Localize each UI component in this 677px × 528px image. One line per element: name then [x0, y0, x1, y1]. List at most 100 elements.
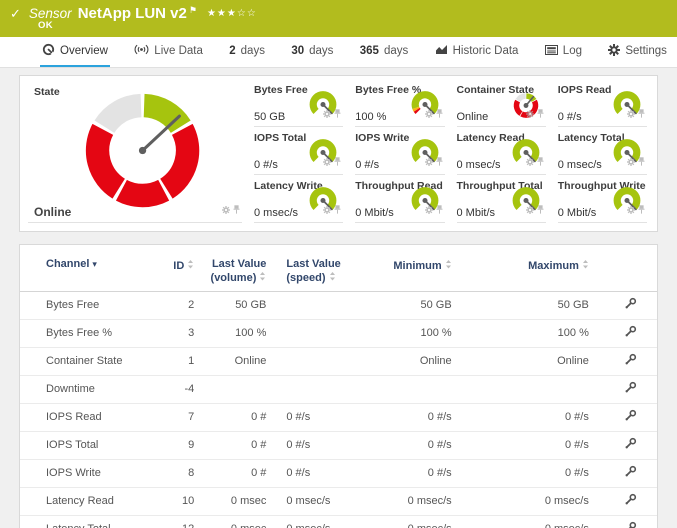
gauge-panel-label: State [34, 86, 60, 98]
gauge-panel-throughput-total[interactable]: Throughput Total0 Mbit/s [457, 178, 546, 223]
gauge-panel-throughput-write[interactable]: Throughput Write0 Mbit/s [558, 178, 647, 223]
gear-icon[interactable] [627, 201, 635, 219]
pin-icon[interactable] [537, 201, 544, 219]
gear-icon[interactable] [323, 201, 331, 219]
cell-channel: IOPS Read [20, 404, 155, 432]
tab-label: Live Data [154, 45, 203, 57]
pin-icon[interactable] [638, 153, 645, 171]
gear-icon[interactable] [425, 201, 433, 219]
gauge-panel-label: IOPS Read [558, 84, 612, 96]
gear-icon[interactable] [526, 201, 534, 219]
cell-max: 0 msec/s [458, 516, 595, 528]
pin-icon[interactable] [436, 105, 443, 123]
cell-max: 0 #/s [458, 432, 595, 460]
cell-channel: Container State [20, 348, 155, 376]
flag-icon[interactable]: ⚑ [189, 5, 197, 16]
gear-icon[interactable] [323, 105, 331, 123]
cell-min: 0 #/s [368, 404, 458, 432]
gauge-panel-iops-total[interactable]: IOPS Total0 #/s [254, 130, 343, 175]
tab-30-days[interactable]: 30 days [289, 37, 335, 67]
sensor-title: NetApp LUN v2 [78, 5, 187, 22]
gear-icon[interactable] [222, 201, 230, 219]
pin-icon[interactable] [436, 153, 443, 171]
gauge-panel-latency-total[interactable]: Latency Total0 msec/s [558, 130, 647, 175]
channel-settings-wrench-icon[interactable] [624, 521, 637, 528]
tab-overview[interactable]: Overview [40, 37, 110, 67]
pin-icon[interactable] [537, 153, 544, 171]
pin-icon[interactable] [334, 105, 341, 123]
gear-icon[interactable] [526, 153, 534, 171]
gear-icon[interactable] [526, 105, 534, 123]
cell-speed [272, 376, 367, 404]
column-label-line2: (volume) [211, 272, 257, 284]
tab-2-days[interactable]: 2days [227, 37, 267, 67]
channel-settings-wrench-icon[interactable] [624, 465, 637, 481]
pin-icon[interactable] [638, 105, 645, 123]
cell-min [368, 376, 458, 404]
gauge-panel-label: IOPS Total [254, 132, 306, 144]
channel-settings-wrench-icon[interactable] [624, 437, 637, 453]
channel-settings-wrench-icon[interactable] [624, 353, 637, 369]
tab-settings[interactable]: Settings [606, 37, 669, 67]
pin-icon[interactable] [537, 105, 544, 123]
table-row-latency-read: Latency Read100 msec0 msec/s0 msec/s0 ms… [20, 488, 657, 516]
pin-icon[interactable] [334, 201, 341, 219]
cell-volume: 0 msec [200, 516, 272, 528]
pin-icon[interactable] [436, 201, 443, 219]
stars-filled[interactable]: ★★★ [207, 8, 237, 19]
cell-min: 0 msec/s [368, 488, 458, 516]
gear-icon[interactable] [425, 105, 433, 123]
pin-icon[interactable] [638, 201, 645, 219]
gauge-panel-container-state[interactable]: Container StateOnline [457, 82, 546, 127]
cell-id: 3 [155, 320, 200, 348]
stars-empty[interactable]: ☆☆ [237, 8, 257, 19]
channel-settings-wrench-icon[interactable] [624, 409, 637, 425]
column-header-maximum[interactable]: Maximum [458, 245, 595, 292]
gauge-panel-iops-write[interactable]: IOPS Write0 #/s [355, 130, 444, 175]
gauge-panel-value: 0 Mbit/s [558, 207, 597, 219]
tab-365-days[interactable]: 365days [358, 37, 410, 67]
tab-live-data[interactable]: Live Data [132, 37, 205, 67]
channel-settings-wrench-icon[interactable] [624, 325, 637, 341]
cell-min: Online [368, 348, 458, 376]
channel-settings-wrench-icon[interactable] [624, 381, 637, 397]
column-header-id[interactable]: ID [155, 245, 200, 292]
tab-label: days [309, 45, 333, 57]
gauge-panel-value: 0 msec/s [254, 207, 298, 219]
column-label: Minimum [393, 260, 441, 272]
gauge-panel-throughput-read[interactable]: Throughput Read0 Mbit/s [355, 178, 444, 223]
priority-stars[interactable]: ★★★☆☆ [207, 8, 257, 19]
tab-historic-data[interactable]: Historic Data [433, 37, 521, 67]
gear-icon[interactable] [425, 153, 433, 171]
column-header-channel[interactable]: Channel▾ [20, 245, 155, 292]
sensor-banner: ✓ Sensor NetApp LUN v2 ⚑ ★★★☆☆ OK [0, 0, 677, 37]
table-row-latency-total: Latency Total120 msec0 msec/s0 msec/s0 m… [20, 516, 657, 528]
gauge-panel-state[interactable]: State Online [28, 82, 242, 223]
cell-channel: Downtime [20, 376, 155, 404]
gauge-panel-iops-read[interactable]: IOPS Read0 #/s [558, 82, 647, 127]
gear-icon[interactable] [627, 153, 635, 171]
column-header-last-value-speed[interactable]: Last Value(speed) [272, 245, 367, 292]
gear-icon[interactable] [323, 153, 331, 171]
gauge-panel-bytes-free[interactable]: Bytes Free50 GB [254, 82, 343, 127]
tab-log[interactable]: Log [543, 37, 584, 67]
column-header-last-value-volume[interactable]: Last Value(volume) [200, 245, 272, 292]
pin-icon[interactable] [233, 201, 240, 219]
cell-min: 100 % [368, 320, 458, 348]
gauge-panel-latency-write[interactable]: Latency Write0 msec/s [254, 178, 343, 223]
gauge-panel-latency-read[interactable]: Latency Read0 msec/s [457, 130, 546, 175]
cell-channel: Bytes Free [20, 292, 155, 320]
column-label: ID [173, 260, 184, 272]
gauge-panel-bytes-free[interactable]: Bytes Free %100 % [355, 82, 444, 127]
column-header-minimum[interactable]: Minimum [368, 245, 458, 292]
channel-table-card: Channel▾ ID Last Value(volume)Last Value(s… [19, 244, 658, 528]
cell-volume [200, 376, 272, 404]
cell-volume: 100 % [200, 320, 272, 348]
tab-number: 30 [291, 45, 304, 57]
channel-settings-wrench-icon[interactable] [624, 493, 637, 509]
pin-icon[interactable] [334, 153, 341, 171]
cell-channel: Latency Read [20, 488, 155, 516]
gear-icon [608, 44, 620, 59]
gear-icon[interactable] [627, 105, 635, 123]
channel-settings-wrench-icon[interactable] [624, 297, 637, 313]
